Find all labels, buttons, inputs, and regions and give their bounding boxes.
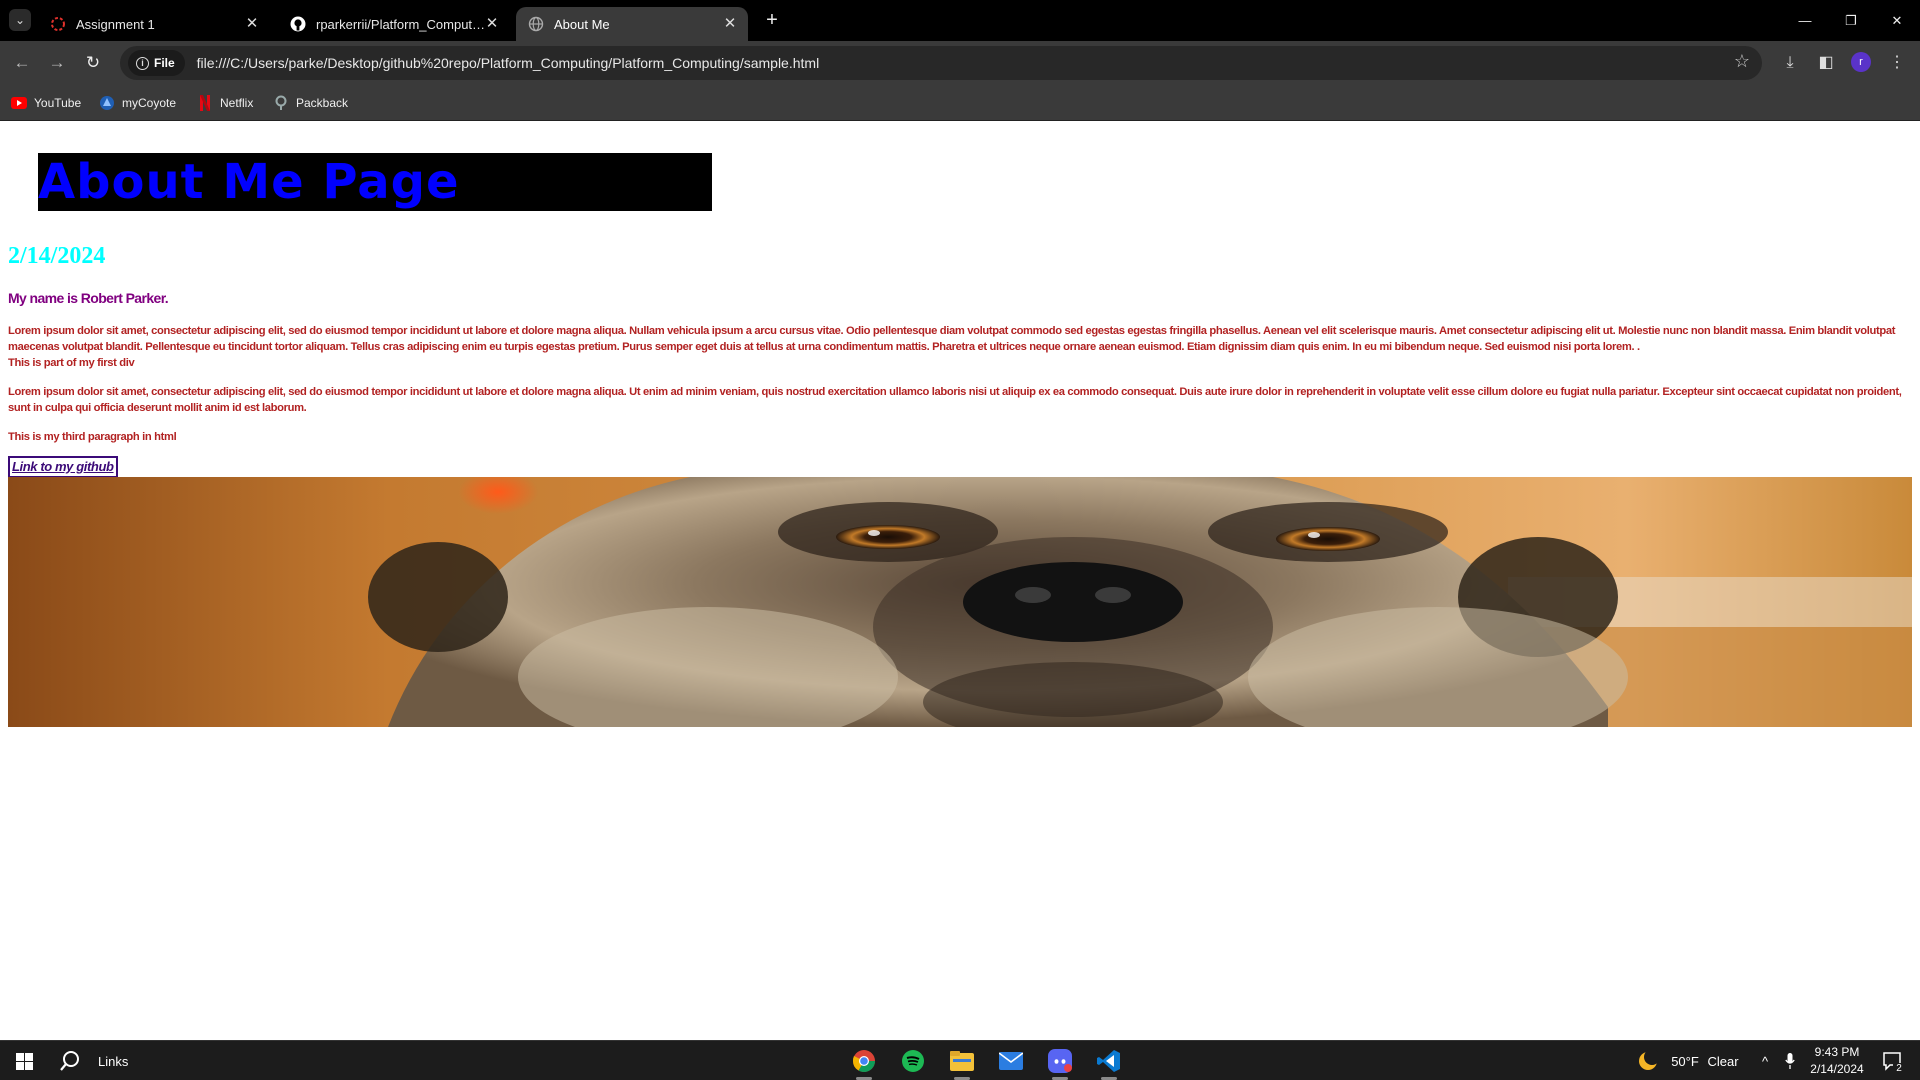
forward-arrow-icon[interactable]: → (44, 50, 70, 76)
packback-icon (273, 95, 289, 111)
bookmark-youtube[interactable]: YouTube (11, 93, 81, 113)
reload-icon[interactable]: ↻ (80, 50, 106, 76)
side-panel-icon[interactable]: ◧ (1813, 50, 1839, 76)
div-caption: This is part of my first div (8, 357, 135, 369)
profile-avatar[interactable]: r (1851, 52, 1871, 72)
mycoyote-icon (99, 95, 115, 111)
youtube-icon (11, 95, 27, 111)
microphone-icon[interactable] (1780, 1049, 1800, 1073)
address-bar[interactable]: i File file:///C:/Users/parke/Desktop/gi… (120, 46, 1762, 80)
tab-strip: ⌄ Assignment 1 ✕ rparkerrii/Platform_Com… (0, 0, 1920, 41)
new-tab-plus-icon[interactable]: + (760, 8, 784, 32)
netflix-icon (197, 95, 213, 111)
page-date: 2/14/2024 (8, 243, 106, 269)
site-info-label: File (154, 56, 175, 70)
weather-condition[interactable]: Clear (1703, 1049, 1743, 1073)
close-icon[interactable]: ✕ (244, 16, 260, 32)
site-info-chip[interactable]: i File (128, 50, 185, 76)
tab-about-me[interactable]: About Me ✕ (516, 7, 748, 41)
bookmark-label: YouTube (34, 96, 82, 110)
github-icon (290, 16, 306, 32)
chrome-icon[interactable] (848, 1047, 880, 1080)
download-icon[interactable]: ⤓ (1777, 50, 1803, 76)
paragraph-1: Lorem ipsum dolor sit amet, consectetur … (8, 325, 1896, 353)
windows-taskbar: Links 50°F Clear ^ 9:43 PM 2/14/2024 2 (0, 1040, 1920, 1080)
vscode-icon[interactable] (1093, 1047, 1125, 1080)
bookmarks-bar: YouTube myCoyote Netflix Packback (0, 85, 1920, 121)
spotify-icon[interactable] (897, 1047, 929, 1075)
first-div: Lorem ipsum dolor sit amet, consectetur … (8, 323, 1906, 371)
loading-icon (50, 16, 66, 32)
window-close-icon[interactable]: ✕ (1874, 0, 1920, 41)
file-explorer-icon[interactable] (946, 1047, 978, 1080)
close-icon[interactable]: ✕ (722, 16, 738, 32)
bookmark-label: Packback (296, 96, 349, 110)
clock-time[interactable]: 9:43 PM (1802, 1045, 1872, 1059)
intro-text: My name is Robert Parker. (8, 290, 169, 306)
mail-icon[interactable] (995, 1047, 1027, 1075)
discord-icon[interactable] (1044, 1047, 1076, 1080)
bookmark-label: myCoyote (122, 96, 177, 110)
info-icon: i (136, 56, 149, 70)
chevron-up-icon[interactable]: ^ (1755, 1049, 1775, 1073)
github-link[interactable]: Link to my github (8, 456, 118, 478)
url-text[interactable]: file:///C:/Users/parke/Desktop/github%20… (197, 55, 820, 71)
taskbar-search-label[interactable]: Links (98, 1049, 138, 1073)
paragraph-3: This is my third paragraph in html (8, 431, 177, 443)
globe-icon (528, 16, 544, 32)
search-icon[interactable] (58, 1049, 82, 1073)
back-arrow-icon[interactable]: ← (9, 50, 35, 76)
paragraph-2: Lorem ipsum dolor sit amet, consectetur … (8, 386, 1902, 414)
page-title: About Me Page (38, 154, 460, 210)
bookmark-mycoyote[interactable]: myCoyote (99, 93, 176, 113)
page-heading-box: About Me Page (38, 153, 712, 211)
bookmark-netflix[interactable]: Netflix (197, 93, 253, 113)
windows-start-icon[interactable] (12, 1049, 36, 1073)
tab-title: rparkerrii/Platform_Computing (316, 16, 490, 32)
bookmark-label: Netflix (220, 96, 254, 110)
tab-github-repo[interactable]: rparkerrii/Platform_Computing ✕ (278, 7, 510, 41)
web-page-content: About Me Page 2/14/2024 My name is Rober… (0, 121, 1920, 1040)
chevron-down-icon: ⌄ (14, 13, 26, 27)
browser-toolbar: ← → ↻ i File file:///C:/Users/parke/Desk… (0, 41, 1920, 85)
close-icon[interactable]: ✕ (484, 16, 500, 32)
tab-title: Assignment 1 (76, 16, 155, 32)
dog-photo (8, 477, 1912, 727)
tab-assignment-1[interactable]: Assignment 1 ✕ (38, 7, 270, 41)
moon-weather-icon[interactable] (1636, 1049, 1660, 1073)
bookmark-star-icon[interactable]: ☆ (1734, 51, 1750, 72)
bookmark-packback[interactable]: Packback (273, 93, 348, 113)
tab-title: About Me (554, 16, 610, 32)
weather-temp[interactable]: 50°F (1667, 1049, 1703, 1073)
restore-icon[interactable]: ❐ (1828, 0, 1874, 41)
tab-search-button[interactable]: ⌄ (9, 9, 31, 31)
menu-kebab-icon[interactable]: ⋮ (1884, 50, 1910, 76)
minimize-icon[interactable]: — (1782, 0, 1828, 41)
notification-count: 2 (1893, 1063, 1905, 1074)
clock-date[interactable]: 2/14/2024 (1802, 1062, 1872, 1076)
